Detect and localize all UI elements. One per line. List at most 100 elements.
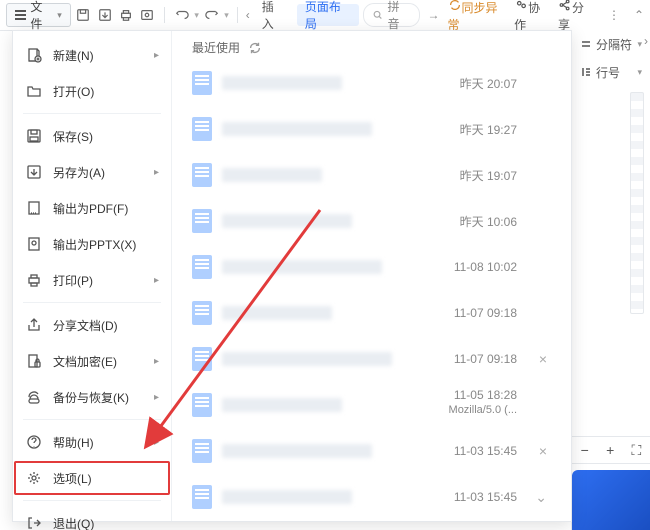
menu-item-label: 打开(O) — [53, 83, 94, 100]
zoom-in-button[interactable]: + — [606, 442, 614, 458]
menu-item-icon — [25, 127, 43, 145]
menu-item-label: 输出为PPTX(X) — [53, 236, 136, 253]
file-name-redacted — [222, 444, 372, 458]
app-window: 文件 ▾ ▾ ▾ ‹ 插入 页面布局 拼音 → 同步异常 协作 分享 ⋮ ⌃ 分… — [0, 0, 650, 530]
menu-item[interactable]: 分享文档(D) — [13, 307, 171, 343]
preview-icon[interactable] — [139, 6, 156, 24]
recent-file-row[interactable]: 11-03 15:45× — [192, 428, 557, 474]
menu-item[interactable]: 退出(Q) — [13, 505, 171, 530]
chevron-right-icon: ▸ — [154, 437, 159, 448]
menu-item-label: 打印(P) — [53, 272, 93, 289]
hamburger-icon — [15, 10, 26, 20]
menu-separator — [23, 302, 161, 303]
toolbar-right: 同步异常 协作 分享 ⋮ ⌃ — [448, 0, 644, 33]
file-name-redacted — [222, 306, 332, 320]
recent-file-row[interactable]: 11-07 09:18 × — [192, 336, 557, 382]
share-button[interactable]: 分享 — [558, 0, 594, 33]
separator-dropdown[interactable]: 分隔符▾ — [572, 30, 650, 58]
recent-file-row[interactable]: 昨天 10:06 — [192, 198, 557, 244]
doc-icon — [192, 347, 212, 371]
row-action-button[interactable]: × — [539, 351, 547, 367]
refresh-icon[interactable] — [248, 41, 262, 55]
zoom-out-button[interactable]: − — [581, 442, 589, 458]
menu-item-icon — [25, 271, 43, 289]
recent-file-row[interactable]: 11-03 1 — [192, 520, 557, 521]
chevron-right-icon: ▸ — [154, 356, 159, 367]
menu-item[interactable]: 文档加密(E) ▸ — [13, 343, 171, 379]
menu-item[interactable]: 输出为PPTX(X) — [13, 226, 171, 262]
menu-item-icon — [25, 388, 43, 406]
chevron-left-icon[interactable]: ‹ — [246, 8, 250, 22]
recent-file-row[interactable]: 昨天 20:07 — [192, 60, 557, 106]
menu-separator — [23, 113, 161, 114]
search-box[interactable]: 拼音 — [363, 3, 420, 27]
recent-files-panel: 最近使用 昨天 20:07昨天 19:27昨天 19:07昨天 10:06 11-… — [172, 31, 571, 521]
recent-file-row[interactable]: 11-08 10:02 — [192, 244, 557, 290]
save-as-icon[interactable] — [96, 6, 113, 24]
doc-icon — [192, 117, 212, 141]
menu-item[interactable]: 选项(L) — [13, 460, 171, 496]
menu-separator — [23, 500, 161, 501]
zoom-fit-button[interactable]: ⛶ — [632, 442, 642, 459]
menu-item-icon — [25, 469, 43, 487]
menu-item[interactable]: 帮助(H)▸ — [13, 424, 171, 460]
minimap-scrollbar[interactable] — [630, 92, 644, 314]
recent-file-row[interactable]: 11-05 18:28 Mozilla/5.0 (... — [192, 382, 557, 428]
tab-insert[interactable]: 插入 — [254, 4, 293, 26]
menu-item-icon — [25, 316, 43, 334]
file-timestamp: 11-08 10:02 — [454, 260, 517, 274]
file-timestamp: 11-05 18:28 — [454, 388, 517, 402]
file-name-redacted — [222, 260, 382, 274]
menu-item-icon — [25, 235, 43, 253]
bottom-accent — [572, 470, 650, 530]
row-action-button[interactable]: ⌄ — [535, 489, 547, 506]
menu-item[interactable]: 打开(O) — [13, 73, 171, 109]
doc-icon — [192, 209, 212, 233]
row-action-button[interactable]: × — [539, 443, 547, 459]
file-timestamp: 11-07 09:18 — [454, 306, 517, 320]
file-menu-button[interactable]: 文件 ▾ — [6, 3, 71, 27]
recent-title: 最近使用 — [192, 39, 240, 56]
file-meta: Mozilla/5.0 (... — [449, 404, 517, 416]
file-timestamp: 11-07 09:18 — [454, 352, 517, 366]
print-icon[interactable] — [117, 6, 134, 24]
doc-icon — [192, 163, 212, 187]
more-icon[interactable]: ⋮ — [602, 8, 626, 22]
recent-file-row[interactable]: 昨天 19:27 — [192, 106, 557, 152]
recent-file-row[interactable]: 11-07 09:18 — [192, 290, 557, 336]
collab-button[interactable]: 协作 — [514, 0, 550, 33]
doc-icon — [192, 393, 212, 417]
menu-item[interactable]: 另存为(A) ▸ — [13, 154, 171, 190]
menu-separator — [23, 419, 161, 420]
collapse-icon[interactable]: ⌃ — [634, 8, 644, 22]
menu-item-label: 文档加密(E) — [53, 353, 117, 370]
separator — [237, 7, 238, 23]
file-name-redacted — [222, 168, 322, 182]
menu-item-label: 选项(L) — [53, 470, 92, 487]
menu-item[interactable]: 新建(N)▸ — [13, 37, 171, 73]
chevron-right-icon[interactable]: › — [644, 34, 648, 48]
tab-page-layout[interactable]: 页面布局 — [297, 4, 359, 26]
recent-file-row[interactable]: 11-03 15:45⌄ — [192, 474, 557, 520]
chevron-right-icon[interactable]: → — [428, 8, 440, 22]
sync-error-button[interactable]: 同步异常 — [448, 0, 507, 33]
menu-item-label: 退出(Q) — [53, 515, 94, 530]
menu-item[interactable]: 输出为PDF(F) — [13, 190, 171, 226]
line-number-dropdown[interactable]: 行号▾ — [572, 58, 650, 86]
doc-icon — [192, 255, 212, 279]
menu-item[interactable]: 备份与恢复(K)▸ — [13, 379, 171, 415]
menu-item-label: 另存为(A) — [53, 164, 105, 181]
recent-file-row[interactable]: 昨天 19:07 — [192, 152, 557, 198]
file-name-redacted — [222, 76, 342, 90]
chevron-down-icon: ▾ — [57, 10, 62, 21]
save-icon[interactable] — [75, 6, 92, 24]
menu-item[interactable]: 打印(P)▸ — [13, 262, 171, 298]
chevron-down-icon[interactable]: ▾ — [224, 10, 229, 21]
redo-icon[interactable] — [203, 6, 220, 24]
chevron-down-icon[interactable]: ▾ — [194, 10, 199, 21]
menu-item-icon — [25, 514, 43, 530]
chevron-right-icon: ▸ — [154, 167, 159, 178]
undo-icon[interactable] — [173, 6, 190, 24]
menu-item[interactable]: 保存(S) — [13, 118, 171, 154]
menu-item-label: 新建(N) — [53, 47, 94, 64]
